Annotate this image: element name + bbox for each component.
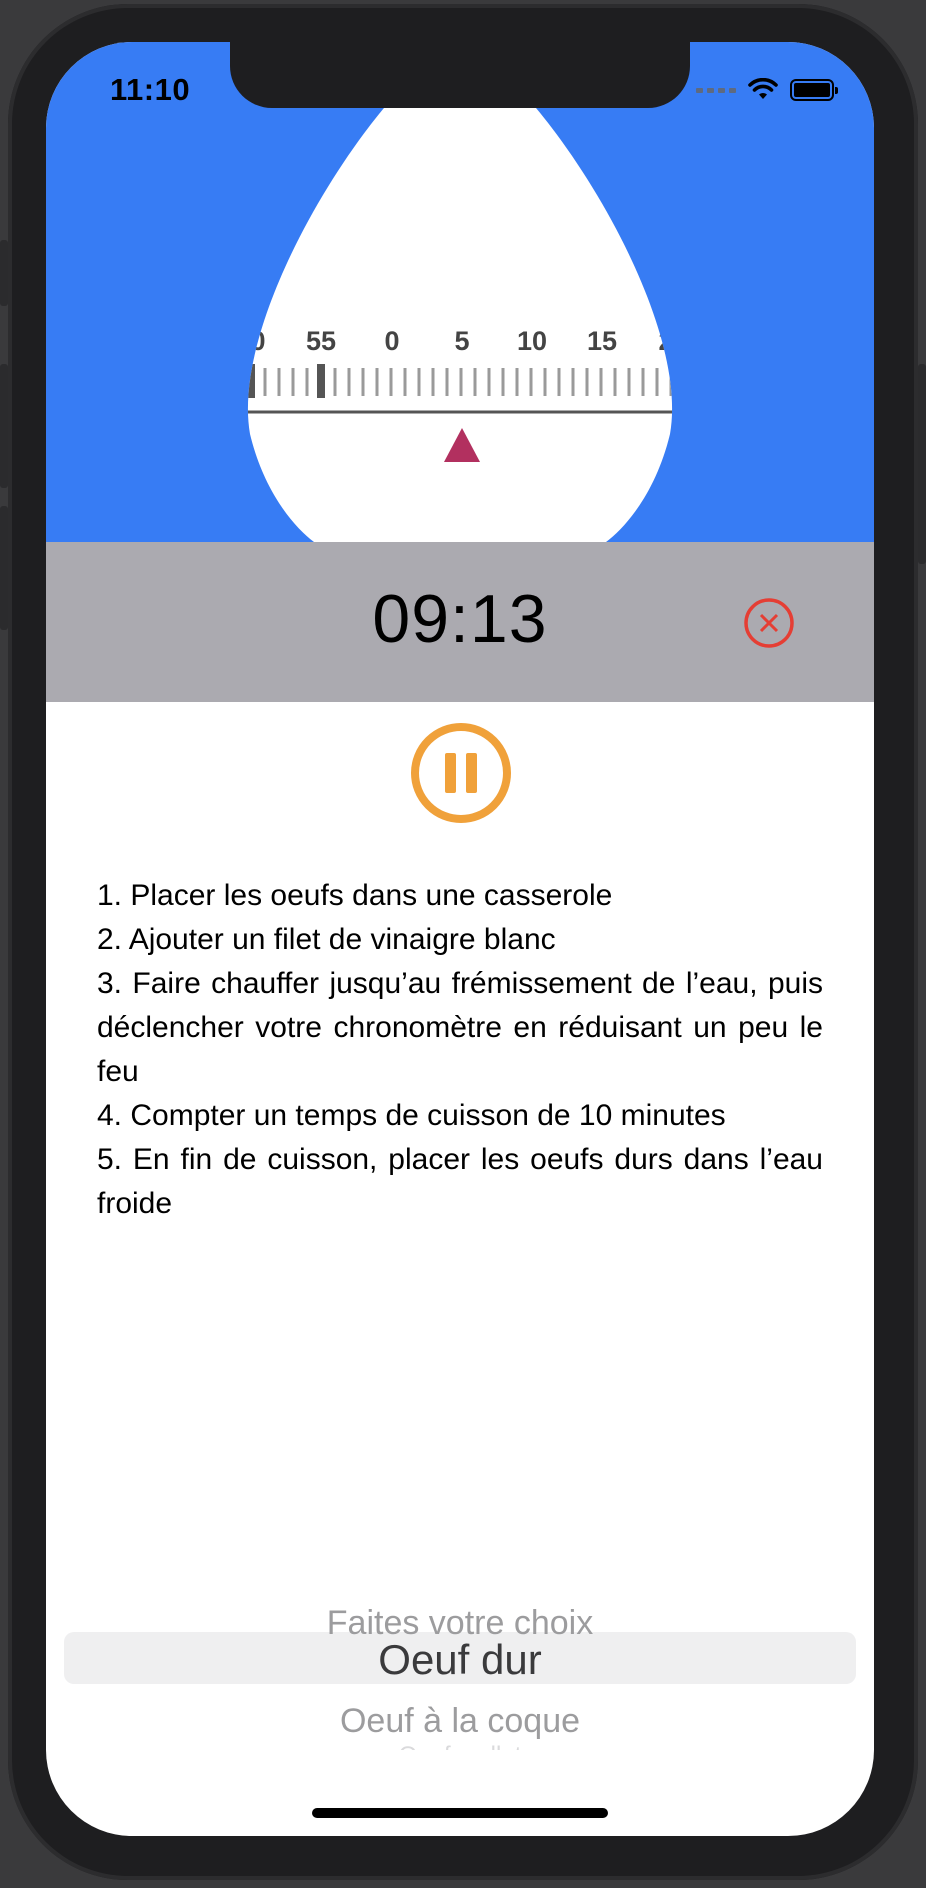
- dial-minor-tick: [263, 368, 267, 396]
- dial-minor-tick: [627, 368, 631, 396]
- dial-minor-tick: [459, 368, 463, 396]
- dial-label-0: 0: [384, 326, 399, 356]
- dial-minor-tick: [543, 368, 547, 396]
- dial-minor-tick: [361, 368, 365, 396]
- dial-minor-tick: [557, 368, 561, 396]
- dial-minor-tick: [669, 368, 673, 396]
- egg-dial[interactable]: 0 55 0 5 10 15 2: [46, 42, 874, 542]
- dial-major-tick: [247, 364, 255, 398]
- dial-minor-tick: [655, 368, 659, 396]
- dial-minor-tick: [529, 368, 533, 396]
- dial-minor-tick: [515, 368, 519, 396]
- dial-minor-tick: [684, 368, 687, 396]
- instruction-step-2: 2. Ajouter un filet de vinaigre blanc: [97, 923, 556, 956]
- recipe-instructions: 1. Placer les oeufs dans une casserole 2…: [97, 874, 823, 1226]
- dial-minor-tick: [305, 368, 309, 396]
- dial-label-15: 15: [587, 326, 617, 356]
- power-button: [918, 364, 926, 564]
- instruction-step-3: 3. Faire chauffer jusqu’au frémissement …: [97, 967, 823, 1088]
- cellular-dots-icon: [696, 87, 736, 93]
- status-icons: [696, 78, 838, 102]
- volume-up-button: [0, 364, 8, 488]
- dial-major-tick: [317, 364, 325, 398]
- dial-minor-tick: [487, 368, 491, 396]
- instruction-step-1: 1. Placer les oeufs dans une casserole: [97, 879, 613, 912]
- status-time: 11:10: [110, 72, 191, 107]
- battery-icon: [790, 79, 838, 101]
- picker-option[interactable]: Oeuf à la coque: [46, 1702, 874, 1741]
- dial-minor-tick: [641, 368, 645, 396]
- egg-timer-header: 0 55 0 5 10 15 2 11:10: [46, 42, 874, 542]
- dial-label-55: 55: [306, 326, 336, 356]
- dial-minor-tick: [599, 368, 603, 396]
- instruction-step-4: 4. Compter un temps de cuisson de 10 min…: [97, 1099, 726, 1132]
- dial-minor-tick: [417, 368, 421, 396]
- dial-minor-tick: [347, 368, 351, 396]
- instruction-step-5: 5. En fin de cuisson, placer les oeufs d…: [97, 1143, 823, 1220]
- notch: [230, 42, 690, 108]
- app-screen: 0 55 0 5 10 15 2 11:10 09:13 1. Placer l…: [46, 42, 874, 1836]
- dial-minor-tick: [375, 368, 379, 396]
- dial-minor-tick: [403, 368, 407, 396]
- silent-switch: [0, 240, 8, 306]
- dial-label-20: 2: [658, 326, 673, 356]
- dial-minor-tick: [613, 368, 617, 396]
- dial-minor-tick: [291, 368, 295, 396]
- dial-minor-tick: [333, 368, 337, 396]
- pause-circle-icon[interactable]: [410, 722, 512, 824]
- egg-shape: [247, 108, 673, 542]
- dial-minor-tick: [585, 368, 589, 396]
- picker-option[interactable]: Oeuf mollet: [46, 1742, 874, 1750]
- dial-minor-tick: [501, 368, 505, 396]
- timer-bar: 09:13: [46, 542, 874, 702]
- home-indicator[interactable]: [312, 1808, 608, 1818]
- dial-label-60: 0: [250, 326, 265, 356]
- dial-label-10: 10: [517, 326, 547, 356]
- dial-label-5: 5: [454, 326, 469, 356]
- egg-type-picker[interactable]: Faites votre choix Oeuf dur Oeuf à la co…: [46, 1550, 874, 1750]
- dial-minor-tick: [277, 368, 281, 396]
- close-circle-icon[interactable]: [743, 597, 795, 649]
- volume-down-button: [0, 506, 8, 630]
- dial-minor-tick: [473, 368, 477, 396]
- picker-option-selected[interactable]: Oeuf dur: [46, 1636, 874, 1684]
- dial-minor-tick: [431, 368, 435, 396]
- dial-minor-tick: [445, 368, 449, 396]
- dial-minor-tick: [571, 368, 575, 396]
- wifi-icon: [748, 78, 778, 99]
- dial-minor-tick: [389, 368, 393, 396]
